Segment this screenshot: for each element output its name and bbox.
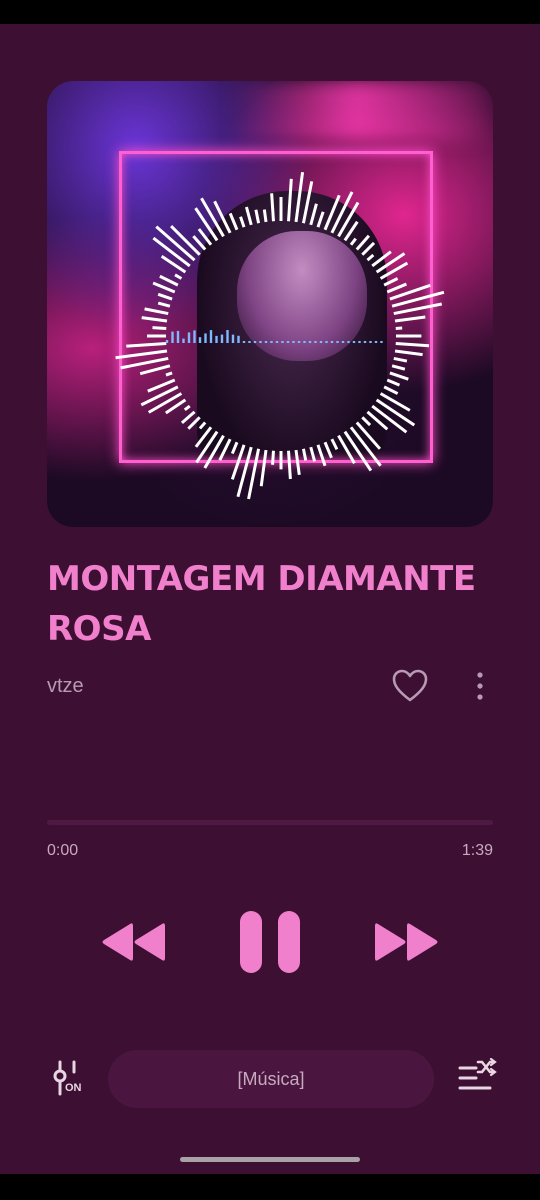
visualizer-bar <box>394 315 426 323</box>
visualizer-bar <box>159 274 179 287</box>
visualizer-bar <box>180 410 196 425</box>
visualizer-bar <box>213 200 232 234</box>
visualizer-bar <box>301 181 314 224</box>
visualizer-bar <box>157 301 171 308</box>
visualizer-bar <box>141 316 168 323</box>
player-screen: MONTAGEM DIAMANTE ROSA vtze 0:00 1:39 ON… <box>0 24 540 1174</box>
visualizer-bar <box>157 292 173 301</box>
visualizer-bar <box>140 385 179 407</box>
visualizer-bar <box>120 356 169 370</box>
visualizer-bar <box>355 421 382 450</box>
visualizer-bar <box>294 172 305 223</box>
visualizer-bar <box>361 241 376 256</box>
visualizer-bar <box>259 449 268 487</box>
visualizer-bar <box>393 302 443 316</box>
visualizer-bar <box>254 209 261 224</box>
visualizer-bar <box>192 235 207 251</box>
album-art <box>47 81 493 527</box>
visualizer-bar <box>323 441 333 459</box>
visualizer-bar <box>394 349 423 357</box>
visualizer-bar <box>393 356 408 363</box>
rewind-icon[interactable] <box>100 920 166 964</box>
visualizer-bar <box>309 446 317 462</box>
visualizer-bar <box>174 273 183 280</box>
visualizer-bar <box>375 252 406 274</box>
visualizer-bar <box>271 450 275 465</box>
visualizer-bar <box>389 371 409 381</box>
fast-forward-icon[interactable] <box>374 920 440 964</box>
lyrics-label: [Música] <box>237 1068 305 1089</box>
visualizer-bar <box>203 434 225 469</box>
visualizer-bar <box>287 178 293 222</box>
visualizer-bar <box>270 193 275 222</box>
visualizer-bar <box>139 364 171 376</box>
visualizer-bar <box>287 450 292 480</box>
visualizer-bar <box>383 385 399 395</box>
visualizer-bar <box>379 392 411 412</box>
visualizer-bar <box>386 378 401 387</box>
visualizer-bar <box>349 237 357 246</box>
system-bottom-bar <box>0 1174 540 1200</box>
visualizer-bar <box>194 207 219 242</box>
visualizer-bar <box>330 191 354 234</box>
visualizer-bar <box>187 416 201 430</box>
equalizer-state: ON <box>65 1082 82 1094</box>
visualizer-bar <box>152 326 167 330</box>
queue-shuffle-icon[interactable] <box>456 1058 500 1098</box>
time-elapsed: 0:00 <box>47 842 79 859</box>
visualizer-bar <box>355 234 371 251</box>
visualizer-bar <box>395 342 430 348</box>
visualizer-bar <box>366 253 375 262</box>
visualizer-bar <box>244 206 253 226</box>
visualizer-bar <box>165 371 173 377</box>
more-vertical-icon[interactable] <box>470 669 490 703</box>
visualizer-bar <box>147 392 183 414</box>
visualizer-bar <box>200 197 225 238</box>
audio-visualizer-ring <box>115 172 445 500</box>
visualizer-bar <box>183 404 191 412</box>
visualizer-bar <box>330 438 339 451</box>
visualizer-bar <box>383 277 399 287</box>
visualizer-bar <box>126 342 167 348</box>
visualizer-bar <box>195 430 219 464</box>
visualizer-bar <box>198 421 207 430</box>
visualizer-bar <box>152 281 176 294</box>
time-total: 1:39 <box>461 842 493 859</box>
visualizer-bar <box>316 444 327 467</box>
visualizer-bar <box>391 364 406 371</box>
track-title: MONTAGEM DIAMANTE ROSA <box>47 559 476 649</box>
home-indicator[interactable] <box>180 1157 360 1162</box>
visualizer-bar <box>144 307 169 316</box>
visualizer-bar <box>386 282 407 294</box>
visualizer-bar <box>115 349 168 360</box>
track-artist[interactable]: vtze <box>47 675 84 698</box>
progress-bar[interactable] <box>47 820 493 825</box>
visualizer-bar <box>337 201 360 238</box>
visualizer-bar <box>301 448 308 461</box>
heart-outline-icon[interactable] <box>392 669 428 703</box>
visualizer-bar <box>239 216 246 228</box>
visualizer-bar <box>228 212 239 231</box>
visualizer-bar <box>294 449 301 475</box>
visualizer-bar <box>361 416 372 427</box>
visualizer-bar <box>309 203 318 226</box>
lyrics-button[interactable]: [Música] <box>108 1050 434 1108</box>
visualizer-bar <box>316 211 325 228</box>
visualizer-bar <box>262 209 268 223</box>
visualizer-bar <box>230 441 239 455</box>
pause-icon[interactable] <box>238 911 302 973</box>
